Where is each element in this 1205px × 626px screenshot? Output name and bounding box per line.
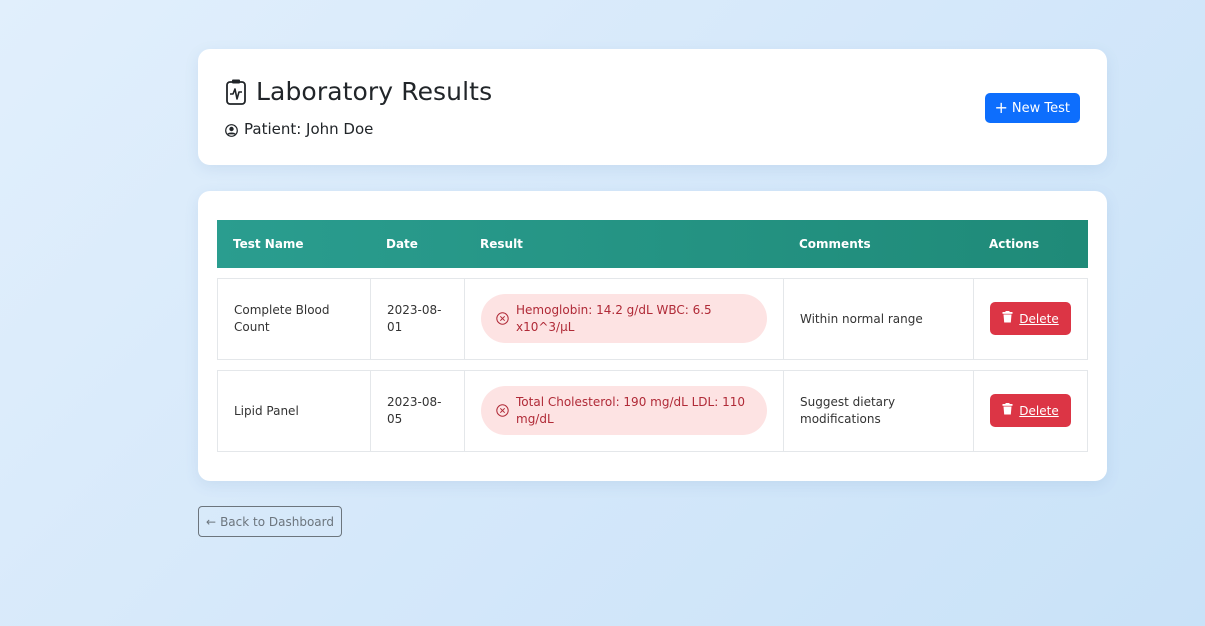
plus-icon: + [994,98,1008,117]
new-test-button[interactable]: + New Test [984,93,1080,123]
cell-actions: Delete [973,370,1088,452]
clipboard-pulse-icon [225,78,247,106]
test-date: 2023-08-05 [387,395,442,426]
cell-result: Hemoglobin: 14.2 g/dL WBC: 6.5 x10^3/µL [464,278,784,360]
cell-test-name: Complete Blood Count [217,278,371,360]
cell-comments: Within normal range [783,278,974,360]
column-header-comments: Comments [799,237,871,251]
test-name: Lipid Panel [234,403,299,418]
delete-label: Delete [1019,311,1059,326]
result-badge: Hemoglobin: 14.2 g/dL WBC: 6.5 x10^3/µL [481,294,767,343]
title-row: Laboratory Results [225,77,492,106]
test-date: 2023-08-01 [387,303,442,334]
person-circle-icon [225,123,238,137]
page-title: Laboratory Results [256,77,493,106]
table-row: Lipid Panel 2023-08-05 Total Cholesterol… [217,370,1088,452]
delete-button[interactable]: Delete [990,302,1071,335]
column-header-actions: Actions [989,237,1040,251]
cell-date: 2023-08-05 [370,370,465,452]
patient-row: Patient: John Doe [225,120,373,138]
column-header-result: Result [480,237,523,251]
result-badge: Total Cholesterol: 190 mg/dL LDL: 110 mg… [481,386,767,435]
back-label: Back to Dashboard [220,514,334,529]
header-card: Laboratory Results Patient: John Doe + N… [198,49,1107,165]
cell-result: Total Cholesterol: 190 mg/dL LDL: 110 mg… [464,370,784,452]
column-header-date: Date [386,237,418,251]
test-name: Complete Blood Count [234,303,330,334]
result-text: Total Cholesterol: 190 mg/dL LDL: 110 mg… [516,394,745,426]
trash-icon [1002,311,1013,323]
arrow-left-icon: ← [206,514,217,529]
patient-name: Patient: John Doe [244,120,374,138]
trash-icon [1002,403,1013,415]
cell-comments: Suggest dietary modifications [783,370,974,452]
delete-button[interactable]: Delete [990,394,1071,427]
comment-text: Suggest dietary modifications [800,395,896,426]
comment-text: Within normal range [800,311,923,326]
new-test-label: New Test [1011,100,1070,116]
table-header: Test Name Date Result Comments Actions [217,220,1088,268]
back-to-dashboard-button[interactable]: ← Back to Dashboard [198,506,342,537]
x-circle-icon [496,404,509,417]
cell-date: 2023-08-01 [370,278,465,360]
results-table-card: Test Name Date Result Comments Actions C… [198,191,1107,481]
cell-test-name: Lipid Panel [217,370,371,452]
cell-actions: Delete [973,278,1088,360]
column-header-test-name: Test Name [233,237,304,251]
result-text: Hemoglobin: 14.2 g/dL WBC: 6.5 x10^3/µL [516,302,712,334]
x-circle-icon [496,312,509,325]
delete-label: Delete [1019,403,1059,418]
table-row: Complete Blood Count 2023-08-01 Hemoglob… [217,278,1088,360]
